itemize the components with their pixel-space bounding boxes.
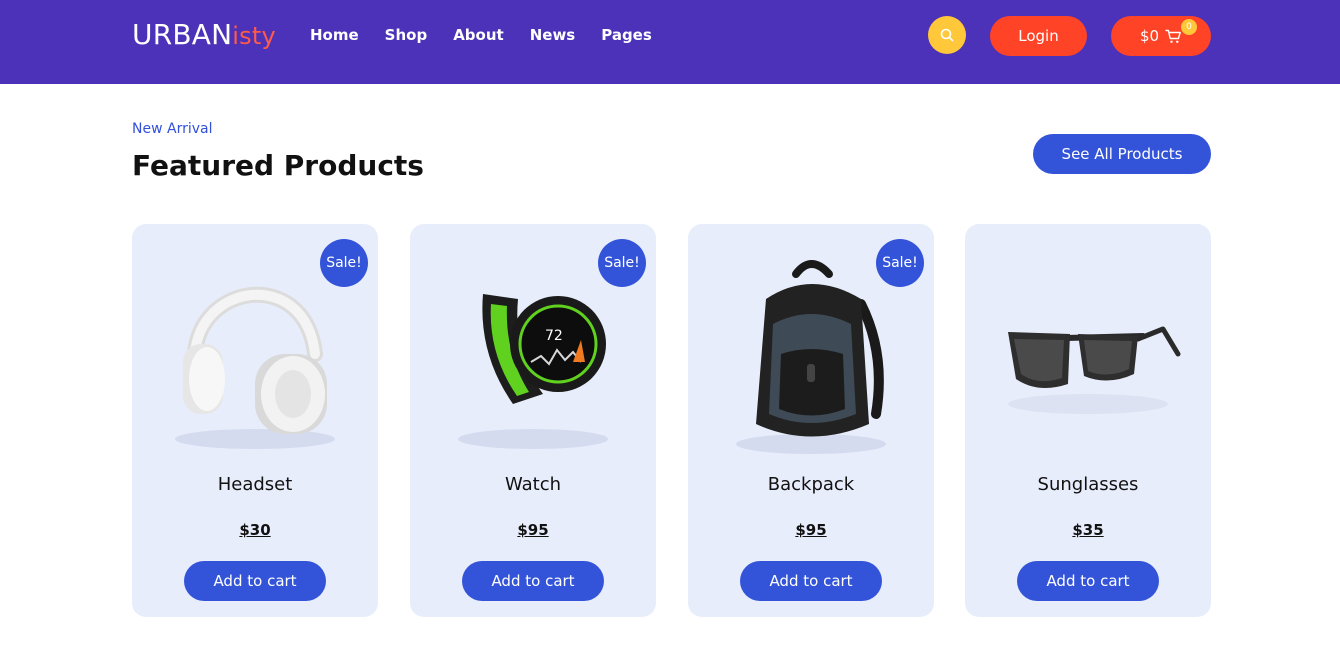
sale-badge: Sale! <box>320 239 368 287</box>
logo-accent-text: isty <box>232 22 276 50</box>
add-to-cart-label: Add to cart <box>769 572 853 590</box>
nav-item-about[interactable]: About <box>453 25 504 45</box>
nav-item-home[interactable]: Home <box>310 25 359 45</box>
see-all-label: See All Products <box>1061 145 1183 163</box>
add-to-cart-label: Add to cart <box>213 572 297 590</box>
see-all-products-button[interactable]: See All Products <box>1033 134 1211 174</box>
add-to-cart-button[interactable]: Add to cart <box>740 561 882 601</box>
search-button[interactable] <box>928 16 966 54</box>
add-to-cart-button[interactable]: Add to cart <box>184 561 326 601</box>
brand-logo[interactable]: URBANisty <box>132 18 276 51</box>
product-price: $30 <box>239 521 271 539</box>
login-label: Login <box>1018 27 1059 45</box>
sunglasses-image <box>1008 326 1181 414</box>
add-to-cart-label: Add to cart <box>1046 572 1130 590</box>
add-to-cart-label: Add to cart <box>491 572 575 590</box>
product-card-backpack[interactable]: Sale! Backpack $95 Add to cart <box>688 224 934 617</box>
product-name[interactable]: Watch <box>410 474 656 495</box>
svg-text:72: 72 <box>545 328 563 344</box>
add-to-cart-button[interactable]: Add to cart <box>462 561 604 601</box>
nav-item-news[interactable]: News <box>530 25 576 45</box>
product-card-sunglasses[interactable]: Sunglasses $35 Add to cart <box>965 224 1211 617</box>
search-icon <box>940 28 954 42</box>
product-card-watch[interactable]: 72 Sale! Watch $95 Add to cart <box>410 224 656 617</box>
product-card-headset[interactable]: Sale! Headset $30 Add to cart <box>132 224 378 617</box>
cart-icon <box>1165 29 1181 43</box>
add-to-cart-button[interactable]: Add to cart <box>1017 561 1159 601</box>
sale-badge: Sale! <box>876 239 924 287</box>
product-name[interactable]: Backpack <box>688 474 934 495</box>
section-eyebrow: New Arrival <box>132 121 213 137</box>
main-nav: Home Shop About News Pages <box>310 25 678 45</box>
login-button[interactable]: Login <box>990 16 1087 56</box>
cart-button[interactable]: $0 <box>1111 16 1211 56</box>
cart-count-badge: 0 <box>1181 19 1197 35</box>
cart-total: $0 <box>1139 27 1160 45</box>
page-title: Featured Products <box>132 149 424 182</box>
nav-item-shop[interactable]: Shop <box>385 25 428 45</box>
product-name[interactable]: Headset <box>132 474 378 495</box>
nav-item-pages[interactable]: Pages <box>601 25 652 45</box>
top-navigation-bar: URBANisty Home Shop About News Pages Log… <box>0 0 1340 84</box>
product-grid: Sale! Headset $30 Add to cart 72 Sale! W… <box>132 224 1211 617</box>
logo-main-text: URBAN <box>132 18 233 51</box>
product-price: $35 <box>1072 521 1104 539</box>
product-name[interactable]: Sunglasses <box>965 474 1211 495</box>
product-price: $95 <box>517 521 549 539</box>
sale-badge: Sale! <box>598 239 646 287</box>
product-price: $95 <box>795 521 827 539</box>
